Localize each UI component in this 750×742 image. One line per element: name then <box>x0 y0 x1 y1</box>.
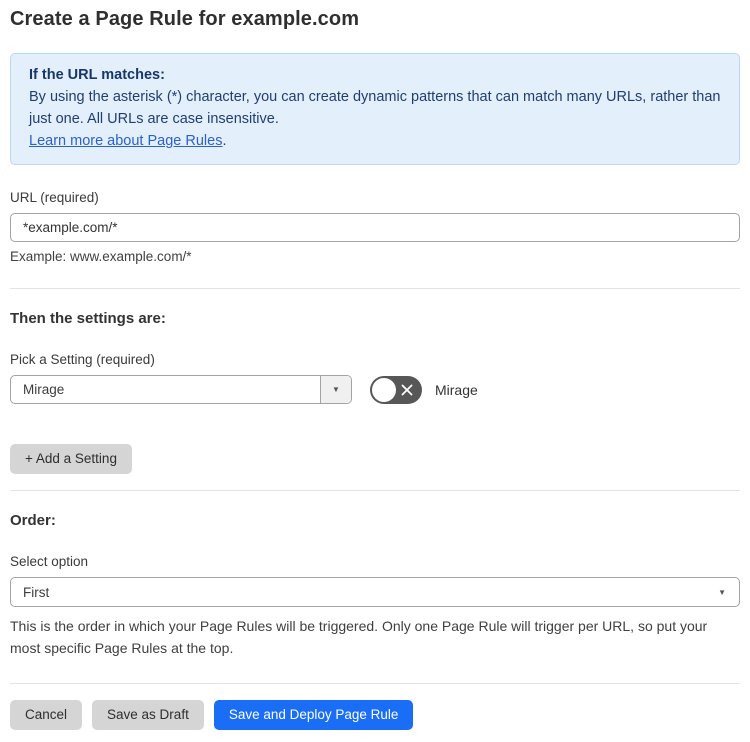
cancel-button[interactable]: Cancel <box>10 700 83 730</box>
save-and-deploy-button[interactable]: Save and Deploy Page Rule <box>213 700 414 730</box>
info-box-body: By using the asterisk (*) character, you… <box>29 89 721 127</box>
info-box-heading: If the URL matches: <box>29 67 165 83</box>
page-title: Create a Page Rule for example.com <box>10 8 360 30</box>
order-select[interactable]: First ▼ <box>10 577 740 607</box>
toggle-setting-label: Mirage <box>435 381 478 398</box>
mirage-toggle[interactable] <box>370 375 422 404</box>
chevron-down-icon: ▼ <box>332 385 340 394</box>
create-page-rule-form: Create a Page Rule for example.com If th… <box>0 0 750 742</box>
add-setting-button[interactable]: + Add a Setting <box>10 444 132 474</box>
order-select-value: First <box>23 584 50 600</box>
order-help-text: This is the order in which your Page Rul… <box>10 618 708 656</box>
link-suffix: . <box>222 133 227 149</box>
toggle-knob <box>372 377 396 402</box>
info-box-link-line: Learn more about Page Rules. <box>29 130 721 152</box>
learn-more-link[interactable]: Learn more about Page Rules <box>29 133 222 149</box>
save-as-draft-button[interactable]: Save as Draft <box>92 700 204 730</box>
setting-select-value: Mirage <box>23 382 65 397</box>
setting-row: Mirage ▼ Mirage <box>10 375 740 404</box>
divider <box>10 288 740 289</box>
chevron-down-icon: ▼ <box>718 587 726 597</box>
order-select-label: Select option <box>10 554 89 569</box>
url-match-info-box: If the URL matches: By using the asteris… <box>10 53 740 165</box>
order-section-heading: Order: <box>10 512 56 529</box>
pick-setting-label: Pick a Setting (required) <box>10 352 155 367</box>
url-input[interactable] <box>10 213 740 242</box>
divider <box>10 490 740 491</box>
footer-actions: Cancel Save as Draft Save and Deploy Pag… <box>10 700 740 730</box>
url-example-text: Example: www.example.com/* <box>10 249 192 264</box>
setting-select-arrow-button[interactable]: ▼ <box>320 376 351 403</box>
x-icon <box>401 384 413 395</box>
settings-section-heading: Then the settings are: <box>10 310 166 327</box>
url-field-label: URL (required) <box>10 190 99 205</box>
setting-select[interactable]: Mirage ▼ <box>10 375 352 404</box>
